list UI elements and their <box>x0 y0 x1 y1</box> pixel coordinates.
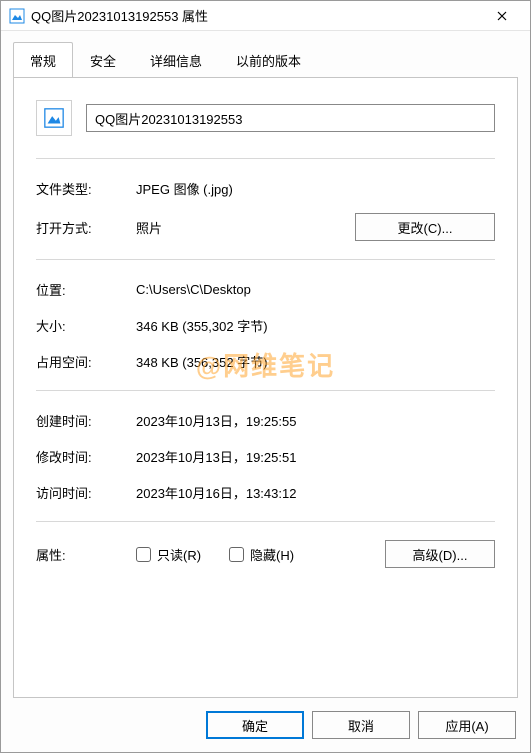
value-accessed: 2023年10月16日，13:43:12 <box>136 483 495 502</box>
tab-page-general: 文件类型: JPEG 图像 (.jpg) 打开方式: 照片 更改(C)... 位… <box>13 77 518 698</box>
value-created: 2023年10月13日，19:25:55 <box>136 411 495 430</box>
tab-general[interactable]: 常规 <box>13 42 73 78</box>
titlebar: QQ图片20231013192553 属性 <box>1 1 530 31</box>
tab-previous-versions[interactable]: 以前的版本 <box>219 42 318 78</box>
filename-input[interactable] <box>86 104 495 132</box>
window-title: QQ图片20231013192553 属性 <box>31 6 482 25</box>
apply-button[interactable]: 应用(A) <box>418 711 516 739</box>
separator <box>36 259 495 260</box>
label-size-on-disk: 占用空间: <box>36 352 136 371</box>
separator <box>36 158 495 159</box>
tab-details[interactable]: 详细信息 <box>133 42 219 78</box>
app-icon <box>9 8 25 24</box>
label-created: 创建时间: <box>36 411 136 430</box>
tabstrip: 常规 安全 详细信息 以前的版本 <box>1 31 530 77</box>
readonly-label: 只读(R) <box>157 545 201 564</box>
label-filetype: 文件类型: <box>36 179 136 198</box>
separator <box>36 521 495 522</box>
value-filetype: JPEG 图像 (.jpg) <box>136 179 495 198</box>
value-opens-with: 照片 <box>136 218 355 237</box>
label-opens-with: 打开方式: <box>36 218 136 237</box>
close-button[interactable] <box>482 2 522 30</box>
change-button[interactable]: 更改(C)... <box>355 213 495 241</box>
label-size: 大小: <box>36 316 136 335</box>
separator <box>36 390 495 391</box>
label-location: 位置: <box>36 280 136 299</box>
readonly-checkbox[interactable] <box>136 547 151 562</box>
label-accessed: 访问时间: <box>36 483 136 502</box>
cancel-button[interactable]: 取消 <box>312 711 410 739</box>
value-modified: 2023年10月13日，19:25:51 <box>136 447 495 466</box>
value-size-on-disk: 348 KB (356,352 字节) <box>136 352 495 371</box>
hidden-checkbox[interactable] <box>229 547 244 562</box>
value-location: C:\Users\C\Desktop <box>136 282 495 297</box>
hidden-checkbox-wrap[interactable]: 隐藏(H) <box>229 545 294 564</box>
hidden-label: 隐藏(H) <box>250 545 294 564</box>
label-modified: 修改时间: <box>36 447 136 466</box>
button-bar: 确定 取消 应用(A) <box>1 698 530 752</box>
ok-button[interactable]: 确定 <box>206 711 304 739</box>
value-size: 346 KB (355,302 字节) <box>136 316 495 335</box>
label-attributes: 属性: <box>36 545 136 564</box>
advanced-button[interactable]: 高级(D)... <box>385 540 495 568</box>
readonly-checkbox-wrap[interactable]: 只读(R) <box>136 545 201 564</box>
tab-security[interactable]: 安全 <box>73 42 133 78</box>
file-icon <box>36 100 72 136</box>
properties-window: QQ图片20231013192553 属性 常规 安全 详细信息 以前的版本 文… <box>0 0 531 753</box>
